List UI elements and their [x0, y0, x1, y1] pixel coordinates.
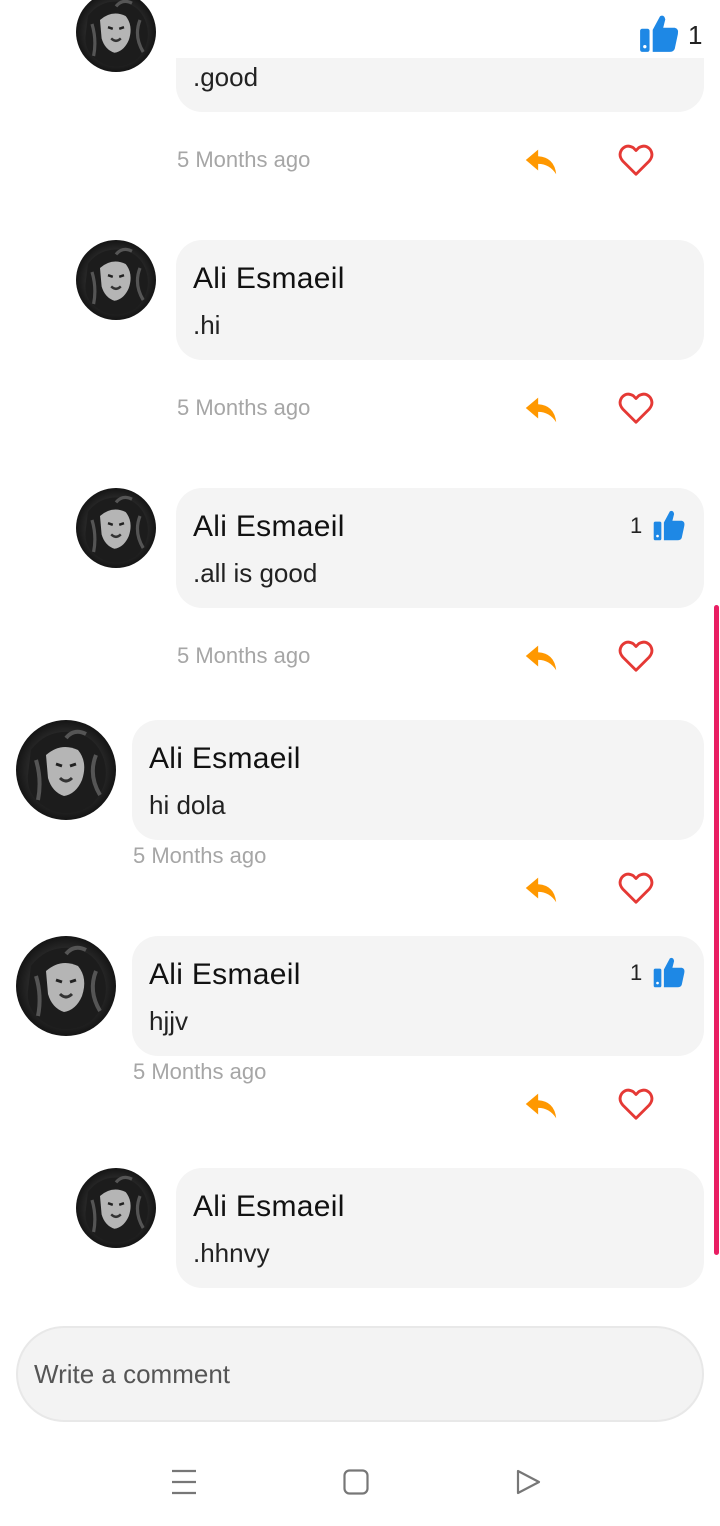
comment-author[interactable]: Ali Esmaeil [193, 262, 345, 296]
comment-text: .hhnvy [193, 1238, 270, 1268]
comment-bubble [176, 1168, 704, 1288]
comment-text: .all is good [193, 558, 318, 588]
comment-bubble [176, 240, 704, 360]
avatar[interactable] [76, 1168, 156, 1248]
heart-icon[interactable] [617, 637, 655, 675]
thumbs-up-icon[interactable] [652, 508, 686, 542]
avatar[interactable] [16, 720, 116, 820]
comment-time: 5 Months ago [133, 843, 267, 868]
reply-icon[interactable] [522, 1086, 560, 1124]
comment-text: .good [193, 62, 259, 92]
comment-time: 5 Months ago [177, 147, 311, 172]
avatar[interactable] [76, 488, 156, 568]
heart-icon[interactable] [617, 869, 655, 907]
comment-author[interactable]: Ali Esmaeil [193, 1190, 345, 1224]
comment-time: 5 Months ago [177, 395, 311, 420]
comment-text: hi dola [149, 790, 226, 820]
thumbs-up-icon[interactable] [652, 955, 686, 989]
comment-time: 5 Months ago [133, 1059, 267, 1084]
comment-author[interactable]: Ali Esmaeil [149, 742, 301, 776]
reply-icon[interactable] [522, 870, 560, 908]
thumbs-up-icon[interactable] [638, 12, 680, 54]
heart-icon[interactable] [617, 141, 655, 179]
comment-composer [16, 1326, 704, 1422]
comment-bubble [176, 488, 704, 608]
avatar[interactable] [16, 936, 116, 1036]
triangle-back-icon[interactable] [514, 1468, 542, 1496]
reply-icon[interactable] [522, 142, 560, 180]
square-icon[interactable] [342, 1468, 370, 1496]
comment-bubble [132, 720, 704, 840]
reply-icon[interactable] [522, 390, 560, 428]
comment-like-count: 1 [630, 513, 643, 538]
comment-text: hjjv [149, 1006, 189, 1036]
comment-bubble [132, 936, 704, 1056]
comment-like-count: 1 [630, 960, 643, 985]
comment-author[interactable]: Ali Esmaeil [193, 510, 345, 544]
reply-icon[interactable] [522, 638, 560, 676]
heart-icon[interactable] [617, 1085, 655, 1123]
scrollbar[interactable] [714, 605, 719, 1255]
comment-text: .hi [193, 310, 221, 340]
comment-time: 5 Months ago [177, 643, 311, 668]
menu-icon[interactable] [170, 1468, 198, 1496]
top-like-count: 1 [688, 20, 703, 50]
comment-author[interactable]: Ali Esmaeil [149, 958, 301, 992]
avatar[interactable] [76, 0, 156, 72]
avatar[interactable] [76, 240, 156, 320]
comment-input[interactable] [18, 1328, 702, 1420]
heart-icon[interactable] [617, 389, 655, 427]
